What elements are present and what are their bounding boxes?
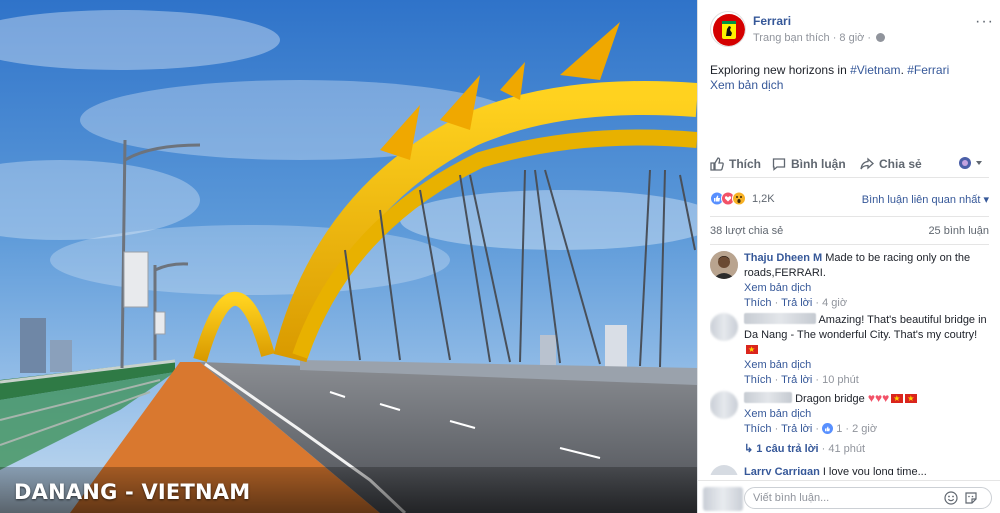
- comment-body: Dragon bridge ♥♥♥ Xem bản dịch Thích · T…: [744, 391, 989, 437]
- comments-count[interactable]: 25 bình luận: [928, 225, 989, 237]
- comments-list: Thaju Dheen M Made to be racing only on t…: [710, 245, 993, 475]
- reply-arrow-icon: ↳: [744, 443, 754, 455]
- comment-like-link[interactable]: Thích: [744, 297, 772, 309]
- comment-reply-link[interactable]: Trả lời: [781, 374, 812, 386]
- comment-time[interactable]: 10 phút: [822, 374, 859, 386]
- heart-emoji: ♥: [882, 391, 890, 405]
- hashtag-vietnam[interactable]: #Vietnam: [850, 63, 900, 77]
- comment-author[interactable]: Thaju Dheen M: [744, 252, 822, 264]
- comment-text: Dragon bridge: [795, 393, 865, 405]
- comment-meta: Thích · Trả lời · 4 giờ: [744, 297, 848, 309]
- see-translation-link[interactable]: Xem bản dịch: [710, 78, 783, 92]
- share-button[interactable]: Chia sẻ: [860, 157, 922, 174]
- reactions-row: 1,2K Bình luận liên quan nhất ▾: [710, 190, 989, 210]
- sticker-icon[interactable]: [964, 491, 978, 508]
- thumbs-up-icon: [710, 157, 724, 174]
- heart-emoji: ♥: [867, 391, 875, 405]
- reactions-count[interactable]: 1,2K: [752, 193, 775, 205]
- avatar[interactable]: [710, 313, 738, 341]
- page-voice-selector[interactable]: [959, 156, 987, 173]
- comment-like-link[interactable]: Thích: [744, 423, 772, 435]
- like-label: Thích: [729, 157, 761, 171]
- comment-meta: Thích · Trả lời · 10 phút: [744, 374, 859, 386]
- comment-body: Larry Carrigan I love you long time...: [744, 465, 989, 475]
- globe-icon: [876, 33, 886, 42]
- avatar[interactable]: [703, 487, 743, 511]
- comment-reply-link[interactable]: Trả lời: [781, 423, 812, 435]
- replies-label: 1 câu trả lời: [756, 443, 819, 455]
- ferrari-logo-avatar[interactable]: [710, 11, 746, 47]
- see-translation-link[interactable]: Xem bản dịch: [744, 282, 811, 294]
- replies-time: 41 phút: [828, 443, 866, 455]
- comment-time[interactable]: 4 giờ: [822, 297, 847, 309]
- post-text-prefix: Exploring new horizons in: [710, 63, 851, 77]
- comment-reply-link[interactable]: Trả lời: [781, 297, 812, 309]
- post-photo[interactable]: DANANG - VIETNAM: [0, 0, 697, 513]
- comment-like-count: 1: [836, 423, 843, 435]
- avatar[interactable]: [710, 251, 738, 279]
- vietnam-flag-emoji: [905, 391, 918, 406]
- vietnam-flag-emoji: [891, 391, 904, 406]
- post-side-panel: Ferrari Trang bạn thích · 8 giờ · ··· Ex…: [697, 0, 1000, 513]
- page-name-link[interactable]: Ferrari: [753, 14, 791, 28]
- comment-author-redacted[interactable]: [744, 392, 792, 403]
- dragon-bridge-photo: [0, 0, 697, 513]
- comment-sort-selector[interactable]: Bình luận liên quan nhất ▾: [862, 193, 989, 206]
- like-badge-icon: [822, 423, 834, 434]
- comment-label: Bình luận: [791, 157, 846, 171]
- comment-author-redacted[interactable]: [744, 313, 816, 324]
- comment-like-link[interactable]: Thích: [744, 374, 772, 386]
- divider: [710, 216, 989, 217]
- photo-caption: DANANG - VIETNAM: [14, 480, 251, 504]
- reaction-icons[interactable]: [710, 191, 750, 206]
- comment-time[interactable]: 2 giờ: [852, 423, 877, 435]
- avatar[interactable]: [710, 465, 738, 475]
- avatar[interactable]: [710, 391, 738, 419]
- comment-text: I love you long time...: [822, 466, 927, 475]
- emoji-icon[interactable]: [944, 491, 958, 508]
- comment-body: Thaju Dheen M Made to be racing only on t…: [744, 251, 989, 311]
- comment-body: Amazing! That's beautiful bridge in Da N…: [744, 313, 989, 388]
- see-translation-link[interactable]: Xem bản dịch: [744, 359, 811, 371]
- caret-down-icon: ▾: [983, 194, 989, 206]
- comment-author[interactable]: Larry Carrigan: [744, 466, 820, 475]
- comment-meta: Thích · Trả lời · 1 · 2 giờ: [744, 423, 878, 435]
- post-meta: Trang bạn thích · 8 giờ ·: [753, 32, 886, 44]
- see-translation-link[interactable]: Xem bản dịch: [744, 408, 811, 420]
- shares-row: 38 lượt chia sẻ 25 bình luận: [710, 225, 989, 239]
- more-options-button[interactable]: ···: [975, 13, 994, 31]
- comment-bubble-icon: [772, 157, 786, 174]
- share-arrow-icon: [860, 157, 874, 174]
- like-button[interactable]: Thích: [710, 157, 761, 174]
- share-label: Chia sẻ: [879, 157, 922, 171]
- comment-button[interactable]: Bình luận: [772, 157, 846, 174]
- vietnam-flag-emoji: [746, 342, 758, 357]
- post-text: Exploring new horizons in #Vietnam. #Fer…: [710, 62, 990, 78]
- comment-composer: [698, 480, 1000, 513]
- view-replies-link[interactable]: ↳ 1 câu trả lời · 41 phút: [744, 442, 865, 455]
- post-meta-text: Trang bạn thích · 8 giờ ·: [753, 32, 872, 44]
- post-actions: Thích Bình luận Chia sẻ: [710, 152, 989, 178]
- comment-sort-label: Bình luận liên quan nhất: [861, 194, 981, 206]
- shares-count[interactable]: 38 lượt chia sẻ: [710, 225, 783, 237]
- post-header: Ferrari Trang bạn thích · 8 giờ · ···: [710, 11, 993, 47]
- hashtag-ferrari[interactable]: #Ferrari: [907, 63, 949, 77]
- comment-like-badge[interactable]: 1: [822, 423, 842, 435]
